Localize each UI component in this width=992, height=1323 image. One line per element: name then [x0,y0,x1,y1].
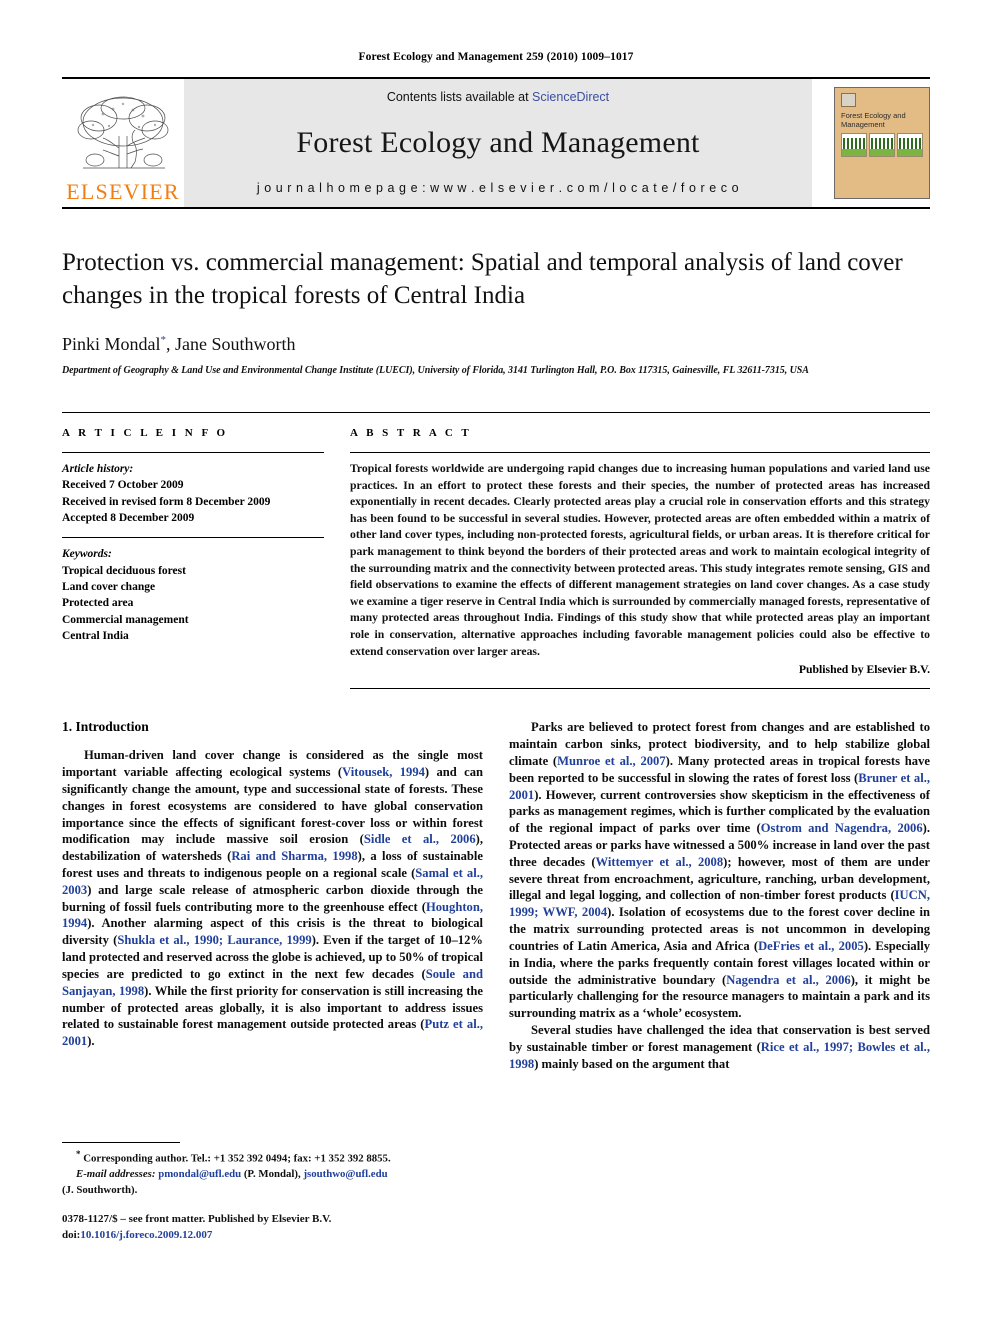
paragraph-text: ) and large scale release of atmospheric… [62,882,483,914]
journal-article-page: Forest Ecology and Management 259 (2010)… [0,0,992,1323]
cover-forest-photo-icon [841,133,867,158]
article-title-block: Protection vs. commercial management: Sp… [62,247,930,376]
journal-band: Contents lists available at ScienceDirec… [184,79,812,207]
running-head: Forest Ecology and Management 259 (2010)… [358,51,634,63]
body-column-left: 1. Introduction Human-driven land cover … [62,719,483,1072]
footnote-text: * Corresponding author. Tel.: +1 352 392… [62,1148,466,1199]
email-owner-primary: (P. Mondal), [241,1168,301,1181]
citation-link[interactable]: Wittemyer et al., 2008 [596,855,724,869]
cover-image-strip [841,133,923,158]
history-accepted: Accepted 8 December 2009 [62,511,195,524]
citation-link[interactable]: Vitousek, 1994 [342,765,425,779]
cover-publisher-badge-icon [841,93,856,107]
author-affiliation: Department of Geography & Land Use and E… [62,365,809,376]
abstract-text: Tropical forests worldwide are undergoin… [350,462,930,658]
keywords-label: Keywords: [62,548,112,561]
contents-prefix-text: Contents lists available at [386,90,533,104]
journal-masthead: ELSEVIER Contents lists available at Sci… [62,77,930,209]
article-info-column: A R T I C L E I N F O Article history: R… [62,413,324,689]
history-received: Received 7 October 2009 [62,479,184,492]
elsevier-logo: ELSEVIER [62,79,184,207]
footnote-divider [62,1142,180,1143]
paragraph: Human-driven land cover change is consid… [62,747,483,1050]
elsevier-wordmark: ELSEVIER [66,179,180,204]
imprint-block: 0378-1127/$ – see front matter. Publishe… [62,1212,492,1244]
journal-homepage-line[interactable]: j o u r n a l h o m e p a g e : w w w . … [257,181,739,195]
elsevier-tree-icon [77,96,169,169]
journal-title: Forest Ecology and Management [296,125,700,159]
history-revised: Received in revised form 8 December 2009 [62,495,271,508]
email-link-secondary[interactable]: jsouthwo@ufl.edu [303,1168,387,1180]
article-history-block: Article history: Received 7 October 2009… [62,453,324,537]
citation-link[interactable]: Sidle et al., 2006 [364,832,476,846]
citation-link[interactable]: Ostrom and Nagendra, 2006 [761,821,923,835]
cover-forest-photo-icon [869,133,895,158]
section-heading-introduction: 1. Introduction [62,719,149,735]
paragraph-text: ) mainly based on the argument that [534,1056,730,1071]
email-owner-secondary: (J. Southworth). [62,1183,138,1196]
doi-link[interactable]: 10.1016/j.foreco.2009.12.007 [80,1229,212,1241]
citation-link[interactable]: DeFries et al., 2005 [758,939,864,953]
author-name-rest: , Jane Southworth [166,334,296,354]
keywords-block: Keywords: Tropical deciduous forest Land… [62,538,324,644]
article-body: 1. Introduction Human-driven land cover … [62,719,930,1072]
author-name-primary: Pinki Mondal [62,334,161,354]
keyword-item: Commercial management [62,613,189,626]
cover-forest-photo-icon [897,133,923,158]
doi-line: doi:10.1016/j.foreco.2009.12.007 [62,1228,492,1244]
info-abstract-section: A R T I C L E I N F O Article history: R… [62,412,930,690]
citation-link[interactable]: Munroe et al., 2007 [557,754,666,768]
email-link-primary[interactable]: pmondal@ufl.edu [158,1168,241,1180]
email-addresses-label: E-mail addresses: [76,1168,156,1181]
cover-journal-title: Forest Ecology and Management [841,111,906,130]
keyword-item: Land cover change [62,580,156,593]
citation-link[interactable]: Shukla et al., 1990; Laurance, 1999 [117,933,311,947]
journal-cover-thumbnail[interactable]: Forest Ecology and Management [834,87,930,199]
author-list: Pinki Mondal*, Jane Southworth [62,334,930,355]
keyword-item: Central India [62,629,129,642]
citation-link[interactable]: Nagendra et al., 2006 [726,973,850,987]
abstract-label: A B S T R A C T [350,427,472,439]
contents-available-line: Contents lists available at ScienceDirec… [387,90,609,104]
corresponding-author-footnote: * Corresponding author. Tel.: +1 352 392… [62,1142,466,1199]
keyword-item: Protected area [62,597,134,610]
paragraph: Parks are believed to protect forest fro… [509,719,930,1022]
front-matter-line: 0378-1127/$ – see front matter. Publishe… [62,1213,332,1225]
doi-label: doi: [62,1228,81,1241]
keyword-item: Tropical deciduous forest [62,564,186,577]
abstract-column: A B S T R A C T Tropical forests worldwi… [350,413,930,690]
citation-link[interactable]: Rai and Sharma, 1998 [231,849,357,863]
abstract-published-by: Published by Elsevier B.V. [798,663,930,677]
sciencedirect-link[interactable]: ScienceDirect [532,90,609,104]
paragraph-text: ). [87,1034,95,1049]
body-column-right: Parks are believed to protect forest fro… [509,719,930,1072]
page-title: Protection vs. commercial management: Sp… [62,249,903,309]
article-history-label: Article history: [62,463,134,475]
footnote-corresponding-text: Corresponding author. Tel.: +1 352 392 0… [80,1152,391,1165]
article-info-label: A R T I C L E I N F O [62,427,229,439]
paragraph: Several studies have challenged the idea… [509,1022,930,1072]
